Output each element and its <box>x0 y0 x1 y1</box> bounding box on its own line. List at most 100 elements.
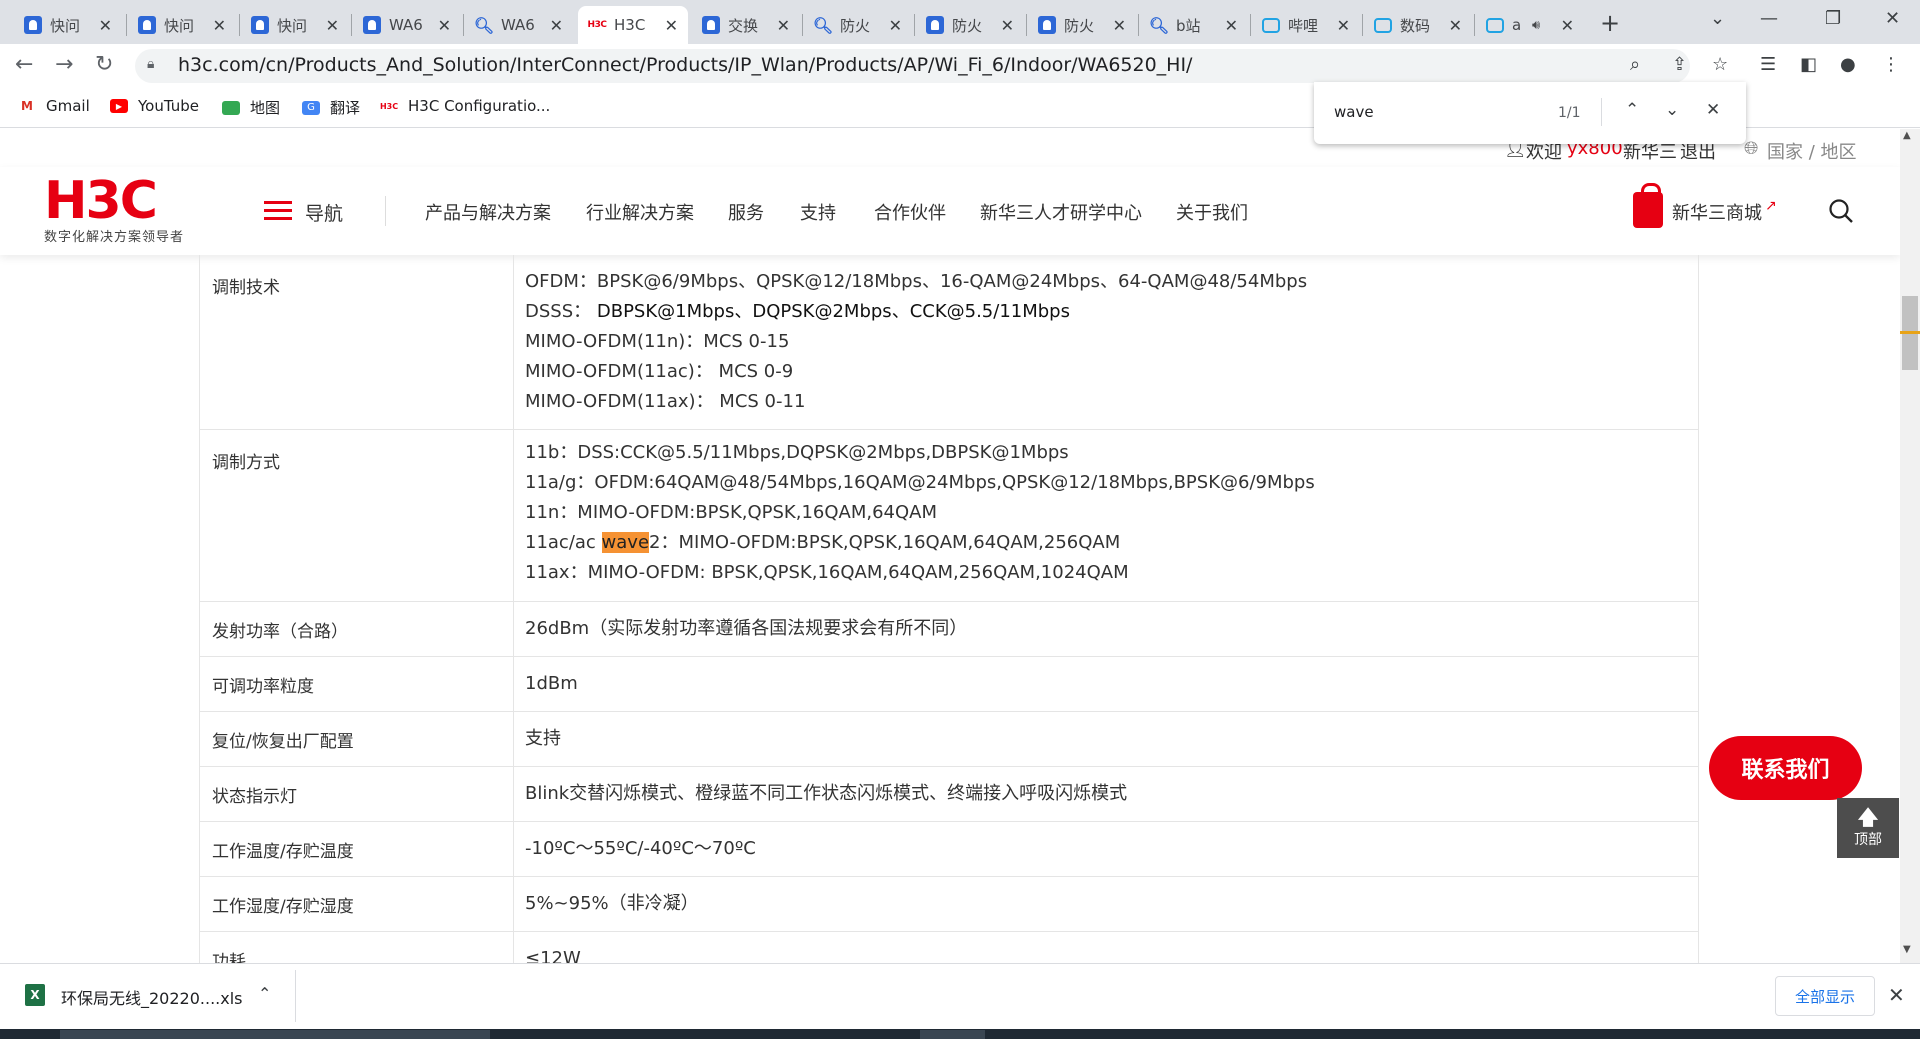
spec-line-wave: 11ac/ac wave2：MIMO-OFDM:BPSK,QPSK,16QAM,… <box>525 528 1315 558</box>
reload-icon[interactable]: ↻ <box>95 52 113 77</box>
restore-icon[interactable]: ❐ <box>1825 8 1841 29</box>
nav-partners[interactable]: 合作伙伴 <box>874 199 946 225</box>
nav-products[interactable]: 产品与解决方案 <box>425 199 551 225</box>
show-all-downloads-button[interactable]: 全部显示 <box>1775 976 1875 1016</box>
spec-label: 发射功率（合路） <box>200 602 514 656</box>
address-url[interactable]: h3c.com/cn/Products_And_Solution/InterCo… <box>178 54 1192 76</box>
browser-tab[interactable]: 交换 ✕ <box>692 6 800 44</box>
browser-tab[interactable]: 快问 ✕ <box>14 6 122 44</box>
nav-about[interactable]: 关于我们 <box>1176 199 1248 225</box>
share-icon[interactable]: ⇪ <box>1672 54 1687 75</box>
tab-close-icon[interactable]: ✕ <box>1337 16 1350 35</box>
reading-list-icon[interactable]: ☰ <box>1760 54 1776 75</box>
scroll-up-arrow-icon[interactable]: ▲ <box>1903 130 1911 141</box>
back-icon[interactable]: ← <box>15 52 33 77</box>
profile-avatar-icon[interactable]: ● <box>1840 54 1856 75</box>
spec-line: MIMO-OFDM(11n)：MCS 0-15 <box>525 331 790 352</box>
tab-close-icon[interactable]: ✕ <box>99 16 112 35</box>
side-panel-icon[interactable]: ◧ <box>1800 54 1817 75</box>
back-to-top-button[interactable]: 🡅 顶部 <box>1837 798 1899 858</box>
find-previous-icon[interactable]: ⌃ <box>1625 100 1639 120</box>
chevron-up-icon[interactable]: ⌃ <box>258 984 271 1003</box>
bookmark-gmail[interactable]: M Gmail <box>18 97 90 115</box>
nav-industry[interactable]: 行业解决方案 <box>586 199 694 225</box>
bookmark-h3c[interactable]: H3C H3C Configuratio... <box>380 97 550 115</box>
star-bookmark-icon[interactable]: ☆ <box>1712 54 1728 75</box>
browser-tab[interactable]: WA6 ✕ <box>353 6 461 44</box>
spec-value: -10ºC～55ºC/-40ºC～70ºC <box>515 822 766 882</box>
window-close-icon[interactable]: ✕ <box>1885 8 1900 29</box>
browser-tab[interactable]: 防火 ✕ <box>916 6 1024 44</box>
nav-service[interactable]: 服务 <box>728 199 764 225</box>
spec-value: ≤12W <box>515 932 591 963</box>
bookmark-translate[interactable]: G 翻译 <box>302 97 360 118</box>
tab-close-icon[interactable]: ✕ <box>1001 16 1014 35</box>
find-next-icon[interactable]: ⌄ <box>1665 100 1679 120</box>
browser-tab[interactable]: 哔哩 ✕ <box>1252 6 1360 44</box>
nav-academy[interactable]: 新华三人才研学中心 <box>980 199 1142 225</box>
downloads-bar <box>0 963 1920 1029</box>
spec-line: -10ºC～55ºC/-40ºC～70ºC <box>525 838 756 859</box>
browser-tab[interactable]: 🔍︎ WA6 ✕ <box>465 6 573 44</box>
shopping-bag-icon[interactable] <box>1633 183 1663 228</box>
browser-tab[interactable]: 🔍︎ b站 ✕ <box>1140 6 1248 44</box>
tab-close-icon[interactable]: ✕ <box>1561 16 1574 35</box>
spec-value: OFDM：BPSK@6/9Mbps、QPSK@12/18Mbps、16-QAM@… <box>515 255 1317 435</box>
lock-icon[interactable]: 🔒︎ <box>147 56 154 72</box>
spec-value: Blink交替闪烁模式、橙绿蓝不同工作状态闪烁模式、终端接入呼吸闪烁模式 <box>515 767 1137 827</box>
browser-tab[interactable]: 防火 ✕ <box>1028 6 1136 44</box>
table-row: 可调功率粒度 1dBm <box>200 657 1698 712</box>
nav-support[interactable]: 支持 <box>800 199 836 225</box>
region-selector[interactable]: 国家 / 地区 <box>1767 138 1857 164</box>
forward-icon[interactable]: → <box>55 52 73 77</box>
tab-close-icon[interactable]: ✕ <box>326 16 339 35</box>
minimize-icon[interactable]: — <box>1760 8 1778 29</box>
table-row: 状态指示灯 Blink交替闪烁模式、橙绿蓝不同工作状态闪烁模式、终端接入呼吸闪烁… <box>200 767 1698 822</box>
download-filename[interactable]: 环保局无线_20220....xls <box>61 985 243 1009</box>
tab-close-icon[interactable]: ✕ <box>1449 16 1462 35</box>
hamburger-menu-icon[interactable] <box>264 201 292 221</box>
h3c-icon: H3C <box>379 101 399 111</box>
tab-title: 防火 <box>1064 16 1095 35</box>
bookmark-youtube[interactable]: ▶ YouTube <box>110 97 199 115</box>
tab-title: 数码 <box>1400 16 1431 35</box>
menu-kebab-icon[interactable]: ⋮ <box>1882 54 1900 75</box>
spec-label: 工作湿度/存贮湿度 <box>200 877 514 931</box>
spec-value: 26dBm（实际发射功率遵循各国法规要求会有所不同） <box>515 602 977 662</box>
zoom-lens-icon[interactable]: ⌕ <box>1630 54 1640 75</box>
taskbar-item[interactable] <box>60 1030 490 1039</box>
contact-us-button[interactable]: 联系我们 <box>1709 736 1862 800</box>
browser-tab[interactable]: a 🔊︎ ✕ <box>1476 6 1584 44</box>
new-tab-button[interactable]: + <box>1600 9 1620 37</box>
browser-tab[interactable]: 快问 ✕ <box>241 6 349 44</box>
shop-link[interactable]: 新华三商城 <box>1672 199 1762 225</box>
nav-guide-button[interactable]: 导航 <box>305 199 343 226</box>
tab-search-chevron-icon[interactable]: ⌄ <box>1710 8 1725 29</box>
tab-close-icon[interactable]: ✕ <box>438 16 451 35</box>
audio-playing-icon[interactable]: 🔊︎ <box>1532 18 1540 33</box>
close-downloads-icon[interactable]: ✕ <box>1888 983 1905 1007</box>
h3c-logo[interactable]: H3C <box>44 175 158 227</box>
browser-tab[interactable]: 快问 ✕ <box>128 6 236 44</box>
spec-label: 调制方式 <box>200 430 514 601</box>
tab-close-icon[interactable]: ✕ <box>1225 16 1238 35</box>
page-scrollbar[interactable] <box>1900 129 1920 963</box>
find-close-icon[interactable]: ✕ <box>1706 100 1720 120</box>
tab-close-icon[interactable]: ✕ <box>777 16 790 35</box>
browser-tab[interactable]: 数码 ✕ <box>1364 6 1472 44</box>
tab-close-icon[interactable]: ✕ <box>665 16 678 35</box>
tab-close-icon[interactable]: ✕ <box>889 16 902 35</box>
taskbar-item[interactable] <box>920 1030 985 1039</box>
find-input[interactable] <box>1334 103 1534 121</box>
tab-divider <box>239 14 240 36</box>
search-icon[interactable] <box>1828 198 1854 224</box>
tab-close-icon[interactable]: ✕ <box>213 16 226 35</box>
bookmark-maps[interactable]: 地图 <box>222 97 280 118</box>
browser-tab[interactable]: 🔍︎ 防火 ✕ <box>804 6 912 44</box>
scroll-down-arrow-icon[interactable]: ▼ <box>1903 944 1911 955</box>
browser-tab-active[interactable]: H3C H3C ✕ <box>578 6 688 44</box>
tab-close-icon[interactable]: ✕ <box>1113 16 1126 35</box>
table-row: 调制方式 11b：DSS:CCK@5.5/11Mbps,DQPSK@2Mbps,… <box>200 430 1698 602</box>
tab-close-icon[interactable]: ✕ <box>550 16 563 35</box>
tab-title: 防火 <box>952 16 983 35</box>
